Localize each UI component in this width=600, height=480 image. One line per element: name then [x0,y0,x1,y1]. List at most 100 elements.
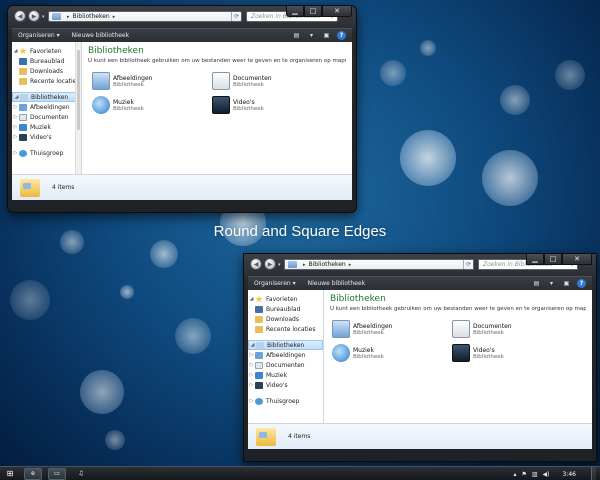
start-button[interactable]: ⊞ [2,468,18,480]
navigation-pane: ◢ Favorieten Bureaublad Downloads Recente… [248,290,324,423]
back-button[interactable]: ◀ [250,258,262,270]
back-button[interactable]: ◀ [14,10,26,22]
expand-icon[interactable]: ▷ [12,114,19,120]
breadcrumb-libraries[interactable]: Bibliotheken [309,261,346,268]
nav-item-videos[interactable]: ▷ Video's [248,380,323,390]
preview-pane-icon[interactable]: ▣ [562,279,571,288]
minimize-button[interactable]: ▁ [526,254,544,265]
wallpaper-bokeh [482,150,538,206]
nav-item-pictures[interactable]: ▷ Afbeeldingen [248,350,323,360]
breadcrumb-libraries[interactable]: Bibliotheken [73,13,110,20]
explorer-window-round[interactable]: ◀ ▶ ▾ ▸ Bibliotheken ▸ ⟳ Zoeken in Bibli… [7,5,357,213]
minimize-button[interactable]: ▁ [286,6,304,17]
volume-icon[interactable]: ◀) [543,471,550,478]
nav-item-documents[interactable]: ▷ Documenten [12,112,81,122]
expand-icon[interactable]: ▷ [248,382,255,388]
library-item-music[interactable]: Muziek Bibliotheek [332,344,384,362]
expand-icon[interactable]: ▷ [248,362,255,368]
address-bar[interactable]: ▸ Bibliotheken ▸ ⟳ [284,259,474,270]
library-item-videos[interactable]: Video's Bibliotheek [212,96,264,114]
maximize-button[interactable]: □ [304,6,322,17]
nav-item-homegroup[interactable]: ▷ Thuisgroep [248,396,323,406]
close-button[interactable]: ✕ [322,6,352,17]
address-bar[interactable]: ▸ Bibliotheken ▸ ⟳ [48,11,242,22]
forward-button[interactable]: ▶ [28,10,40,22]
nav-label: Documenten [30,113,69,121]
preview-pane-icon[interactable]: ▣ [322,31,331,40]
nav-item-favorites[interactable]: ◢ Favorieten [12,46,81,56]
collapse-icon[interactable]: ◢ [248,296,255,302]
nav-item-homegroup[interactable]: ▷ Thuisgroep [12,148,81,158]
view-options-icon[interactable]: ▤ [532,279,541,288]
clock[interactable]: 3:46 [563,471,576,478]
breadcrumb-separator-icon[interactable]: ▸ [349,262,352,268]
wallpaper-bokeh [120,285,134,299]
organize-menu[interactable]: Organiseren ▾ [18,32,60,39]
expand-icon[interactable]: ▷ [248,372,255,378]
view-options-icon[interactable]: ▤ [292,31,301,40]
library-item-videos[interactable]: Video's Bibliotheek [452,344,504,362]
collapse-icon[interactable]: ◢ [249,342,256,348]
nav-item-pictures[interactable]: ▷ Afbeeldingen [12,102,81,112]
show-hidden-icons-icon[interactable]: ▴ [513,471,516,478]
library-item-music[interactable]: Muziek Bibliotheek [92,96,144,114]
music-library-icon [19,123,27,131]
nav-item-downloads[interactable]: Downloads [12,66,81,76]
expand-icon[interactable]: ▷ [248,352,255,358]
nav-item-documents[interactable]: ▷ Documenten [248,360,323,370]
nav-label: Thuisgroep [30,149,64,157]
nav-scrollbar[interactable] [75,42,81,174]
maximize-button[interactable]: □ [544,254,562,265]
nav-item-music[interactable]: ▷ Muziek [248,370,323,380]
library-item-pictures[interactable]: Afbeeldingen Bibliotheek [92,72,152,90]
nav-item-desktop[interactable]: Bureaublad [248,304,323,314]
collapse-icon[interactable]: ◢ [12,48,19,54]
taskbar-explorer[interactable]: ▭ [48,467,66,480]
expand-icon[interactable]: ▷ [12,150,19,156]
taskbar-internet-explorer[interactable]: e [24,467,42,480]
forward-button[interactable]: ▶ [264,258,276,270]
new-library-button[interactable]: Nieuwe bibliotheek [308,280,365,287]
new-library-button[interactable]: Nieuwe bibliotheek [72,32,129,39]
downloads-folder-icon [255,315,263,323]
library-item-pictures[interactable]: Afbeeldingen Bibliotheek [332,320,392,338]
nav-item-libraries[interactable]: ◢ Bibliotheken [248,340,323,350]
show-desktop-button[interactable] [591,467,596,480]
title-bar[interactable]: ◀ ▶ ▾ ▸ Bibliotheken ▸ ⟳ Zoeken in Bibli… [12,6,352,28]
nav-item-recent[interactable]: Recente locaties [12,76,81,86]
expand-icon[interactable]: ▷ [248,398,255,404]
expand-icon[interactable]: ▷ [12,104,19,110]
help-icon[interactable]: ? [337,31,346,40]
network-icon[interactable]: ▥ [532,471,538,478]
nav-label: Bureaublad [30,57,65,65]
view-dropdown-icon[interactable]: ▾ [307,31,316,40]
close-button[interactable]: ✕ [562,254,592,265]
collapse-icon[interactable]: ◢ [13,94,20,100]
refresh-icon[interactable]: ⟳ [463,260,473,269]
flag-icon[interactable]: ⚑ [521,471,526,478]
library-item-documents[interactable]: Documenten Bibliotheek [212,72,272,90]
help-icon[interactable]: ? [577,279,586,288]
close-icon: ✕ [574,255,580,263]
organize-menu[interactable]: Organiseren ▾ [254,280,296,287]
recent-pages-dropdown[interactable]: ▾ [42,14,45,20]
explorer-window-square[interactable]: ◀ ▶ ▾ ▸ Bibliotheken ▸ ⟳ Zoeken in Bibli… [243,253,597,462]
nav-item-videos[interactable]: ▷ Video's [12,132,81,142]
nav-item-libraries[interactable]: ◢ Bibliotheken [12,92,81,102]
nav-item-desktop[interactable]: Bureaublad [12,56,81,66]
taskbar-media-player[interactable]: ♫ [72,468,90,480]
nav-item-recent[interactable]: Recente locaties [248,324,323,334]
nav-item-favorites[interactable]: ◢ Favorieten [248,294,323,304]
expand-icon[interactable]: ▷ [12,134,19,140]
view-dropdown-icon[interactable]: ▾ [547,279,556,288]
breadcrumb-separator-icon[interactable]: ▸ [113,14,116,20]
nav-item-downloads[interactable]: Downloads [248,314,323,324]
library-item-documents[interactable]: Documenten Bibliotheek [452,320,512,338]
scrollbar-thumb[interactable] [77,50,80,130]
refresh-icon[interactable]: ⟳ [231,12,241,21]
recent-pages-dropdown[interactable]: ▾ [278,262,281,268]
expand-icon[interactable]: ▷ [12,124,19,130]
title-bar[interactable]: ◀ ▶ ▾ ▸ Bibliotheken ▸ ⟳ Zoeken in Bibli… [248,254,592,276]
nav-label: Recente locaties [30,77,80,85]
nav-item-music[interactable]: ▷ Muziek [12,122,81,132]
